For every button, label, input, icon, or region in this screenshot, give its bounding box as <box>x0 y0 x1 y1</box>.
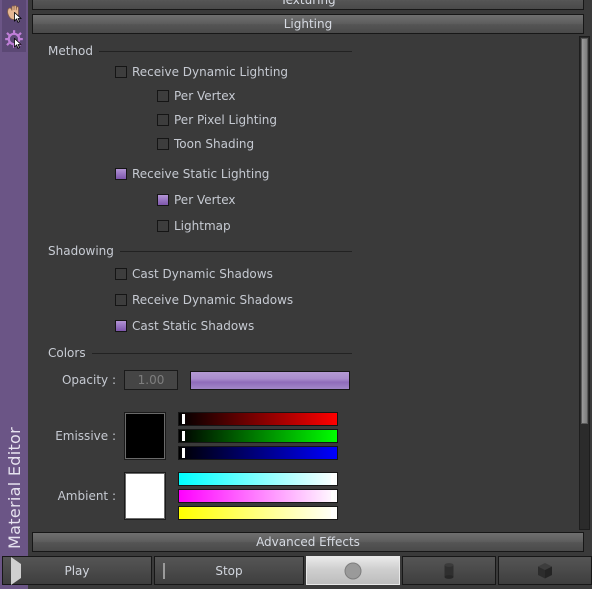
opacity-row: Opacity : 1.00 <box>40 370 350 390</box>
checkbox-label: Cast Dynamic Shadows <box>132 267 273 281</box>
cylinder-icon <box>444 562 454 579</box>
checkbox-unchecked-icon[interactable] <box>115 268 127 280</box>
checkbox-label: Lightmap <box>174 219 231 233</box>
gear-cursor-icon[interactable] <box>2 26 26 52</box>
checkbox-checked-icon[interactable] <box>115 168 127 180</box>
lighting-scrollbar[interactable] <box>579 36 590 530</box>
section-header-advanced-effects[interactable]: Advanced Effects <box>32 532 584 552</box>
slider-handle[interactable] <box>331 491 334 501</box>
group-method: Method <box>40 44 352 58</box>
group-shadowing: Shadowing <box>40 244 352 258</box>
sphere-icon <box>344 562 362 579</box>
opacity-input[interactable]: 1.00 <box>124 370 178 390</box>
material-editor-tab-strip[interactable]: Material Editor <box>0 0 29 589</box>
group-method-label: Method <box>40 44 100 58</box>
ambient-channel-sliders <box>178 472 338 520</box>
checkbox-unchecked-icon[interactable] <box>157 114 169 126</box>
slider-handle[interactable] <box>182 448 185 458</box>
checkbox-row[interactable]: Receive Dynamic Shadows <box>115 292 293 308</box>
checkbox-row[interactable]: Receive Dynamic Lighting <box>115 64 288 80</box>
lighting-content: Method Receive Dynamic Lighting Per Verte… <box>32 36 568 530</box>
checkbox-row[interactable]: Toon Shading <box>157 136 254 152</box>
slider-handle[interactable] <box>182 414 185 424</box>
checkbox-row[interactable]: Lightmap <box>157 218 231 234</box>
section-header-texturing-label: Texturing <box>280 0 336 7</box>
scrollbar-thumb[interactable] <box>581 38 588 424</box>
group-shadowing-label: Shadowing <box>40 244 120 258</box>
checkbox-row[interactable]: Cast Static Shadows <box>115 318 254 334</box>
checkbox-row[interactable]: Per Pixel Lighting <box>157 112 277 128</box>
material-editor-window: Material Editor Texturing Lighting Metho… <box>0 0 592 589</box>
emissive-channel-sliders <box>178 412 338 460</box>
stop-button[interactable]: Stop <box>154 556 304 585</box>
checkbox-label: Cast Static Shadows <box>132 319 255 333</box>
opacity-slider[interactable] <box>190 370 350 390</box>
checkbox-label: Toon Shading <box>174 137 255 151</box>
checkbox-label: Per Pixel Lighting <box>174 113 278 127</box>
checkbox-unchecked-icon[interactable] <box>115 66 127 78</box>
cube-preview-button[interactable] <box>498 556 592 585</box>
red-channel-slider[interactable] <box>178 472 338 486</box>
play-button[interactable]: Play <box>2 556 152 585</box>
checkbox-unchecked-icon[interactable] <box>157 220 169 232</box>
slider-handle[interactable] <box>182 431 185 441</box>
preview-transport-bar: Play Stop <box>2 556 592 587</box>
section-header-texturing[interactable]: Texturing <box>32 0 584 10</box>
group-colors-label: Colors <box>40 346 92 360</box>
checkbox-row[interactable]: Per Vertex <box>157 88 236 104</box>
ambient-label: Ambient : <box>57 489 116 503</box>
green-channel-slider[interactable] <box>178 489 338 503</box>
emissive-color-swatch[interactable] <box>124 412 166 460</box>
material-editor-tab-label: Material Editor <box>0 393 28 583</box>
material-editor-panel: Texturing Lighting Method Receive Dynami… <box>28 0 592 589</box>
checkbox-checked-icon[interactable] <box>115 320 127 332</box>
blue-channel-slider[interactable] <box>178 446 338 460</box>
cube-icon <box>538 562 552 578</box>
checkbox-label: Receive Dynamic Shadows <box>132 293 294 307</box>
lighting-scroll-viewport: Method Receive Dynamic Lighting Per Verte… <box>32 36 584 530</box>
slider-handle[interactable] <box>331 474 334 484</box>
checkbox-row[interactable]: Per Vertex <box>157 192 236 208</box>
section-header-advanced-effects-label: Advanced Effects <box>256 535 360 549</box>
sidebar-title-text: Material Editor <box>4 427 24 549</box>
checkbox-checked-icon[interactable] <box>157 194 169 206</box>
opacity-label: Opacity : <box>61 373 116 387</box>
play-button-label: Play <box>64 563 90 578</box>
ambient-color-swatch[interactable] <box>124 472 166 520</box>
stop-icon <box>163 562 165 579</box>
checkbox-label: Per Vertex <box>174 193 236 207</box>
group-shadowing-header: Shadowing <box>40 244 352 258</box>
hand-cursor-icon[interactable] <box>2 0 26 26</box>
blue-channel-slider[interactable] <box>178 506 338 520</box>
sphere-preview-button[interactable] <box>306 556 400 585</box>
red-channel-slider[interactable] <box>178 412 338 426</box>
ambient-row: Ambient : <box>40 472 338 520</box>
checkbox-label: Receive Static Lighting <box>132 167 270 181</box>
section-header-lighting-label: Lighting <box>283 17 333 31</box>
checkbox-unchecked-icon[interactable] <box>157 138 169 150</box>
checkbox-row[interactable]: Receive Static Lighting <box>115 166 269 182</box>
green-channel-slider[interactable] <box>178 429 338 443</box>
checkbox-unchecked-icon[interactable] <box>115 294 127 306</box>
section-header-lighting[interactable]: Lighting <box>32 14 584 34</box>
play-icon <box>11 556 21 585</box>
group-colors: Colors <box>40 346 352 360</box>
slider-handle[interactable] <box>331 508 334 518</box>
group-method-header: Method <box>40 44 352 58</box>
emissive-label: Emissive : <box>55 429 116 443</box>
checkbox-label: Receive Dynamic Lighting <box>132 65 289 79</box>
checkbox-unchecked-icon[interactable] <box>157 90 169 102</box>
checkbox-label: Per Vertex <box>174 89 236 103</box>
stop-button-label: Stop <box>215 563 243 578</box>
cylinder-preview-button[interactable] <box>402 556 496 585</box>
checkbox-row[interactable]: Cast Dynamic Shadows <box>115 266 273 282</box>
group-colors-header: Colors <box>40 346 352 360</box>
emissive-row: Emissive : <box>40 412 338 460</box>
